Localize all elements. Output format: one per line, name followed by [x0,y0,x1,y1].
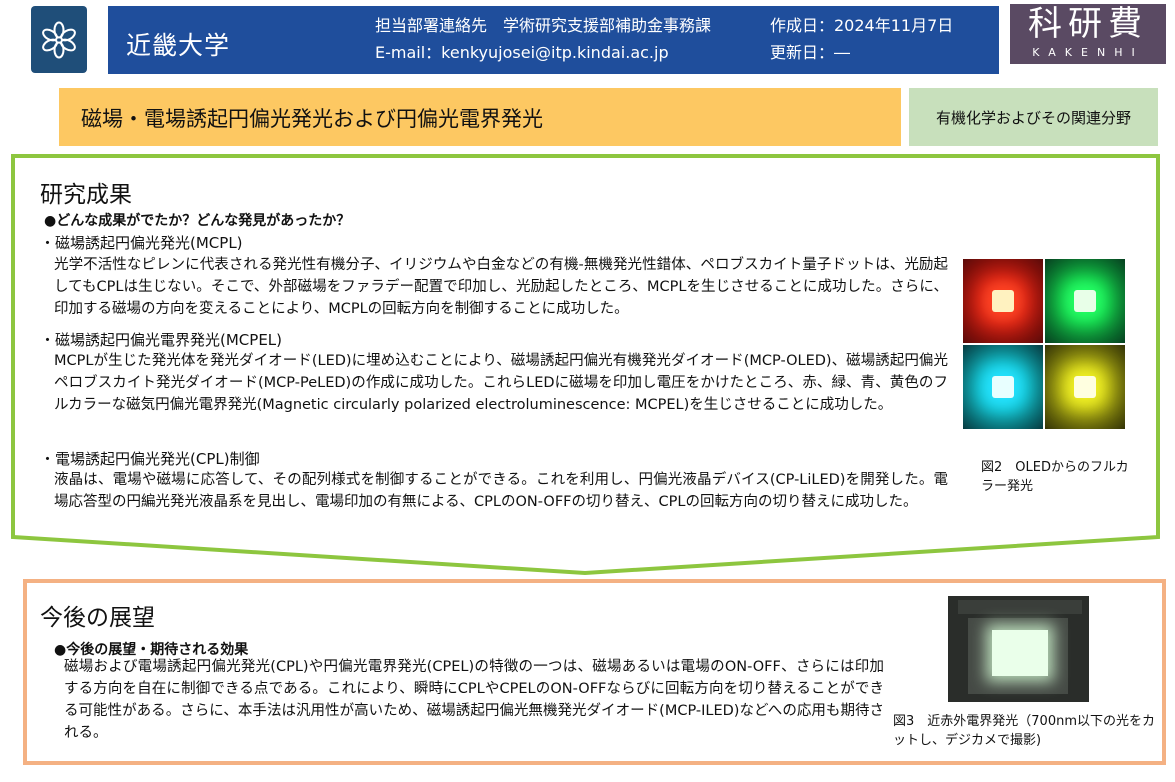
outlook-body: 磁場および電場誘起円偏光発光(CPL)や円偏光電界発光(CPEL)の特徴の一つは… [64,659,884,741]
item-cpl-body: 液晶は、電場や磁場に応答して、その配列様式を制御することができる。これを利用し、… [54,472,948,510]
results-heading: 研究成果 [40,182,132,208]
results-question: ●どんな成果がでたか？どんな発見があったか？ [44,213,351,229]
oled-figure [963,259,1125,429]
oled-red [963,259,1043,343]
item-mcpel-title: ・磁場誘起円偏光電界発光(MCPEL) [40,331,283,349]
item-mcpel-body: MCPLが生じた発光体を発光ダイオード(LED)に埋め込むことにより、磁場誘起円… [54,353,948,413]
item-mcpl-title: ・磁場誘起円偏光発光(MCPL) [40,234,243,252]
fig2-caption: 図2 OLEDからのフルカラー発光 [981,460,1129,494]
item-cpl-title: ・電場誘起円偏光発光(CPL)制御 [40,450,260,468]
item-mcpl-body: 光学不活性なピレンに代表される発光性有機分子、イリジウムや白金などの有機-無機発… [54,257,948,317]
oled-blue [963,345,1043,429]
nir-photo [948,596,1089,702]
oled-green [1045,259,1125,343]
oled-yellow [1045,345,1125,429]
outlook-heading: 今後の展望 [40,605,155,631]
fig3-caption: 図3 近赤外電界発光（700nm以下の光をカットし、デジカメで撮影) [893,714,1155,748]
